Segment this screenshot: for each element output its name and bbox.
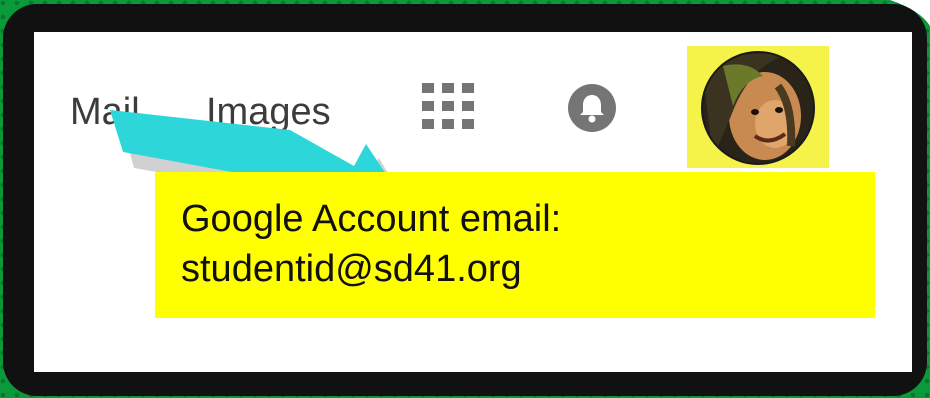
frame-corner-tab: [890, 0, 930, 26]
account-avatar[interactable]: [693, 46, 823, 168]
slide-background: Mail Images Google Account email: studen…: [0, 0, 930, 398]
callout-line-1: Google Account email:: [181, 198, 562, 240]
apps-grid-icon[interactable]: [422, 83, 474, 129]
account-avatar-highlight: [687, 46, 829, 168]
bell-icon[interactable]: [567, 83, 617, 133]
callout-line-2: studentid@sd41.org: [181, 248, 522, 290]
email-callout: Google Account email: studentid@sd41.org: [155, 172, 875, 318]
